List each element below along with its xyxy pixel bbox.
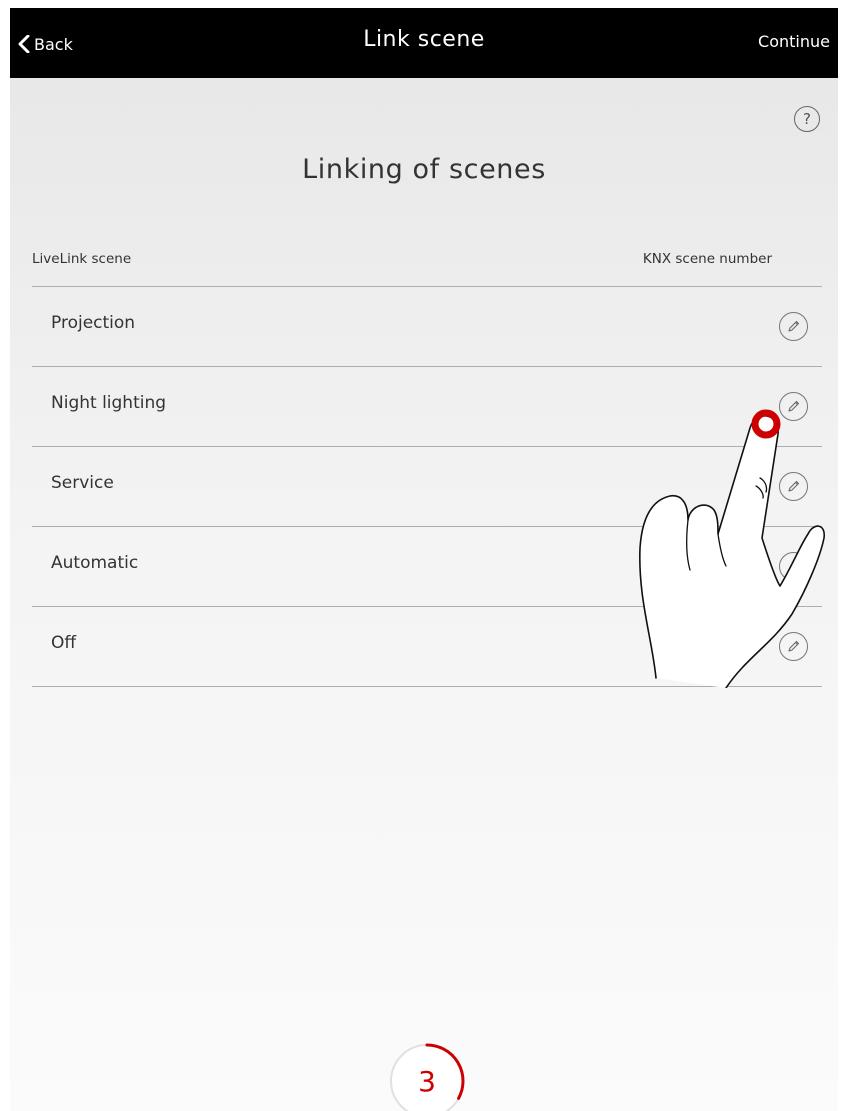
help-icon: ? bbox=[803, 110, 811, 128]
edit-button[interactable] bbox=[779, 632, 808, 661]
scene-label: Night lighting bbox=[51, 393, 167, 413]
scene-row-service[interactable]: Service bbox=[32, 447, 822, 527]
pencil-icon bbox=[788, 320, 800, 332]
edit-button[interactable] bbox=[779, 392, 808, 421]
page-title: Linking of scenes bbox=[302, 154, 546, 185]
edit-button[interactable] bbox=[779, 472, 808, 501]
pencil-icon bbox=[788, 560, 800, 572]
scene-row-projection[interactable]: Projection bbox=[32, 287, 822, 367]
scene-label: Off bbox=[51, 633, 77, 653]
scene-list: Projection Night lighting Service Automa… bbox=[32, 286, 822, 687]
help-button[interactable]: ? bbox=[794, 106, 820, 132]
edit-button[interactable] bbox=[779, 552, 808, 581]
pencil-icon bbox=[788, 480, 800, 492]
step-number: 3 bbox=[418, 1064, 436, 1098]
scene-label: Service bbox=[51, 473, 114, 493]
edit-button[interactable] bbox=[779, 312, 808, 341]
pencil-icon bbox=[788, 400, 800, 412]
scene-row-night-lighting[interactable]: Night lighting bbox=[32, 367, 822, 447]
step-indicator: 3 bbox=[387, 1041, 467, 1111]
column-header-knx-scene-number: KNX scene number bbox=[642, 251, 772, 267]
app-screen: Back Link scene Continue ? Linking of sc… bbox=[10, 8, 838, 1111]
continue-button[interactable]: Continue bbox=[758, 32, 830, 51]
column-header-livelink-scene: LiveLink scene bbox=[32, 251, 132, 267]
navigation-bar: Back Link scene Continue bbox=[10, 8, 838, 78]
pencil-icon bbox=[788, 640, 800, 652]
nav-title: Link scene bbox=[363, 27, 485, 52]
scene-label: Automatic bbox=[51, 553, 139, 573]
scene-row-off[interactable]: Off bbox=[32, 607, 822, 687]
scene-label: Projection bbox=[51, 313, 136, 333]
scene-row-automatic[interactable]: Automatic bbox=[32, 527, 822, 607]
